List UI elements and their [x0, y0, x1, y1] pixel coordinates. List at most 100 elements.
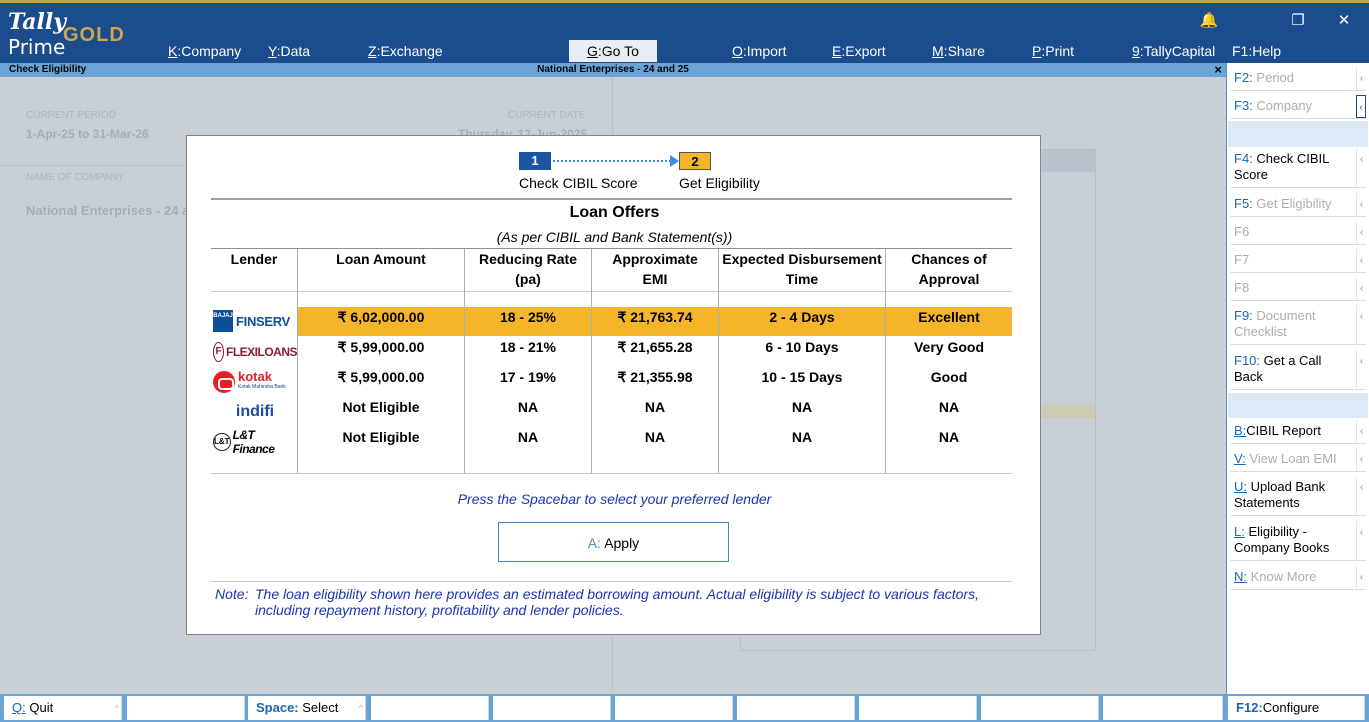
separator [1228, 393, 1368, 418]
time-cell[interactable]: 10 - 15 Days [719, 369, 885, 385]
button-label: Configure [1262, 700, 1320, 715]
menu-exchange[interactable]: Z:Exchange [368, 40, 443, 62]
f5-get-eligibility-button[interactable]: F5: Get Eligibility ‹ [1230, 193, 1366, 217]
shortcut-key: L: [1234, 524, 1245, 539]
time-cell[interactable]: NA [719, 429, 885, 445]
close-icon[interactable]: ✕ [1329, 11, 1359, 29]
step-2-label: Get Eligibility [679, 175, 760, 191]
upload-bank-statements-button[interactable]: U: Upload Bank Statements ‹ [1230, 476, 1366, 516]
chevron-icon: ‹ [1356, 221, 1366, 244]
rate-cell[interactable]: NA [465, 399, 591, 415]
shortcut-key: F12: [1236, 700, 1263, 715]
quit-button[interactable]: Q: Quit ^ [4, 696, 122, 720]
header-text: Approval [918, 271, 980, 287]
f9-document-checklist-button[interactable]: F9: Document Checklist ‹ [1230, 305, 1366, 345]
emi-cell[interactable]: ₹ 21,355.98 [592, 369, 718, 386]
select-button[interactable]: Space: Select ^ [248, 696, 366, 720]
header-text: Loan Amount [336, 251, 426, 267]
chevron-icon: ‹ [1356, 566, 1366, 589]
rate-cell[interactable]: 18 - 21% [465, 339, 591, 355]
step-1-label: Check CIBIL Score [519, 175, 638, 191]
bell-icon[interactable]: 🔔 [1194, 11, 1224, 29]
menu-print[interactable]: P:Print [1032, 40, 1074, 62]
button-label: Get Eligibility [1256, 196, 1332, 211]
chevron-icon: ‹ [1356, 476, 1366, 515]
chance-cell[interactable]: Excellent [886, 309, 1012, 325]
f7-button[interactable]: F7 ‹ [1230, 249, 1366, 273]
menu-share[interactable]: M:Share [932, 40, 985, 62]
menu-company[interactable]: K:Company [168, 40, 241, 62]
menu-data[interactable]: Y:Data [268, 40, 310, 62]
menu-go-to[interactable]: G:Go To [569, 40, 657, 62]
rate-cell[interactable]: 17 - 19% [465, 369, 591, 385]
loan-amount-cell[interactable]: Not Eligible [298, 429, 464, 445]
restore-icon[interactable]: ❐ [1283, 11, 1313, 29]
time-cell[interactable]: 2 - 4 Days [719, 309, 885, 325]
header-text: Expected Disbursement [722, 251, 882, 267]
menu-key: G [587, 43, 598, 59]
emi-cell[interactable]: ₹ 21,763.74 [592, 309, 718, 326]
bajaj-logo-mark: BAJAJ [213, 310, 233, 332]
menu-label: Data [280, 43, 311, 59]
note-label: Note: [215, 586, 249, 602]
menu-help[interactable]: F1:Help [1232, 40, 1281, 62]
company-name-value: National Enterprises - 24 a [26, 203, 190, 218]
f4-check-cibil-button[interactable]: F4: Check CIBIL Score ‹ [1230, 148, 1366, 188]
time-cell[interactable]: 6 - 10 Days [719, 339, 885, 355]
emi-cell[interactable]: ₹ 21,655.28 [592, 339, 718, 356]
shortcut-key: F2: [1234, 70, 1253, 85]
rate-cell[interactable]: 18 - 25% [465, 309, 591, 325]
f3-company-button[interactable]: F3: Company ‹ [1230, 95, 1366, 119]
menu-key: O [732, 43, 743, 59]
chance-cell[interactable]: NA [886, 399, 1012, 415]
chevron-icon: ‹ [1356, 420, 1366, 443]
menu-export[interactable]: E:Export [832, 40, 886, 62]
flexiloans-logo: F FLEXILOANS [213, 341, 298, 363]
shortcut-key: U: [1234, 479, 1247, 494]
cibil-report-button[interactable]: B:CIBIL Report ‹ [1230, 420, 1366, 444]
header-text: Lender [230, 251, 278, 267]
loan-offers-dialog: 1 2 Check CIBIL Score Get Eligibility Lo… [186, 135, 1041, 635]
shortcut-key: F3: [1234, 98, 1253, 113]
f10-get-call-back-button[interactable]: F10: Get a Call Back ‹ [1230, 350, 1366, 390]
emi-cell[interactable]: NA [592, 429, 718, 445]
chance-cell[interactable]: Very Good [886, 339, 1012, 355]
view-loan-emi-button[interactable]: V: View Loan EMI ‹ [1230, 448, 1366, 472]
loan-amount-cell[interactable]: Not Eligible [298, 399, 464, 415]
divider [211, 581, 1012, 582]
f8-button[interactable]: F8 ‹ [1230, 277, 1366, 301]
emi-cell[interactable]: NA [592, 399, 718, 415]
menu-key: F1 [1232, 43, 1249, 59]
loan-amount-cell[interactable]: ₹ 5,99,000.00 [298, 339, 464, 356]
close-screen-icon[interactable]: × [1214, 62, 1222, 77]
loan-amount-cell[interactable]: ₹ 5,99,000.00 [298, 369, 464, 386]
f2-period-button[interactable]: F2: Period ‹ [1230, 67, 1366, 91]
f6-button[interactable]: F6 ‹ [1230, 221, 1366, 245]
eligibility-company-books-button[interactable]: L: Eligibility - Company Books ‹ [1230, 521, 1366, 561]
time-cell[interactable]: NA [719, 399, 885, 415]
chevron-icon: ‹ [1356, 148, 1366, 187]
menu-import[interactable]: O:Import [732, 40, 786, 62]
shortcut-key: F7 [1234, 252, 1250, 267]
chance-cell[interactable]: Good [886, 369, 1012, 385]
chevron-icon: ‹ [1356, 521, 1366, 560]
loan-amount-cell[interactable]: ₹ 6,02,000.00 [298, 309, 464, 326]
header-text: Reducing Rate [478, 251, 577, 267]
apply-button[interactable]: A: Apply [498, 522, 729, 562]
empty-slot [1103, 696, 1223, 720]
know-more-button[interactable]: N: Know More ‹ [1230, 566, 1366, 590]
chance-cell[interactable]: NA [886, 429, 1012, 445]
caret-icon: ^ [358, 703, 363, 713]
arrow-right-icon [670, 155, 679, 167]
flexiloans-logo-text: FLEXILOANS [225, 345, 298, 359]
shortcut-key: F5: [1234, 196, 1253, 211]
button-label: Apply [604, 535, 640, 551]
empty-slot [981, 696, 1099, 720]
rate-cell[interactable]: NA [465, 429, 591, 445]
company-name-label: NAME OF COMPANY [26, 172, 125, 183]
button-label: View Loan EMI [1249, 451, 1337, 466]
col-header-disbursement-time: Expected Disbursement Time [719, 249, 885, 289]
header-text: Time [785, 271, 819, 287]
configure-button[interactable]: F12:Configure [1228, 696, 1365, 720]
menu-tallycapital[interactable]: 9:TallyCapital [1132, 40, 1215, 62]
